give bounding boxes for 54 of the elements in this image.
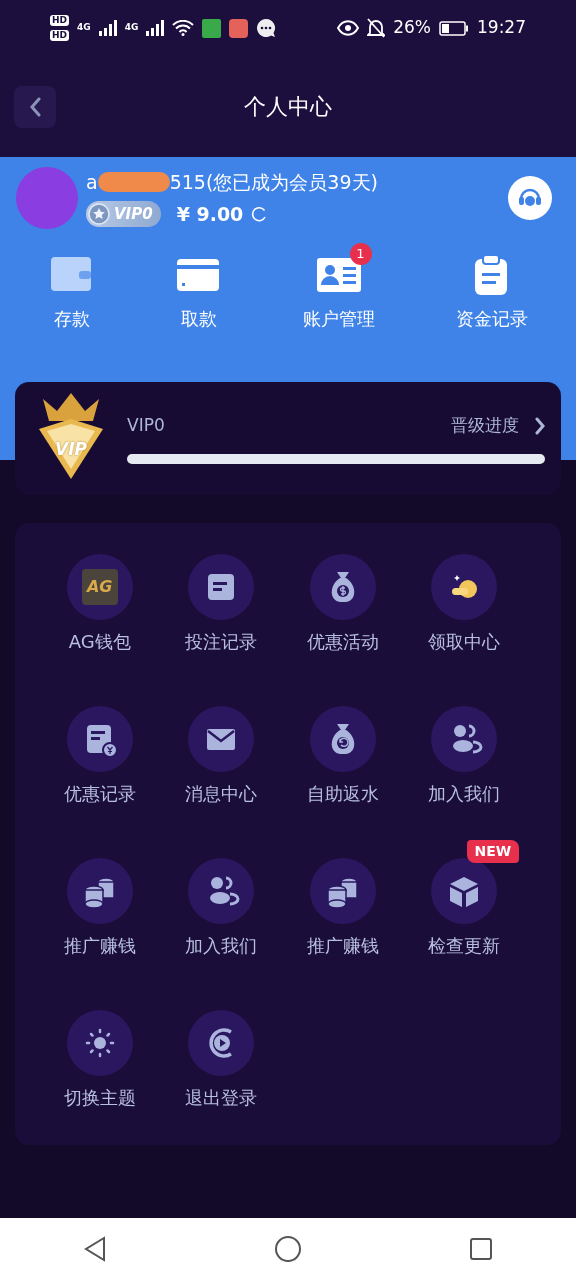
notification-badge: 1 xyxy=(349,243,372,265)
menu-item[interactable]: 切换主题 xyxy=(39,990,161,1142)
app-icon xyxy=(202,18,222,38)
quick-action[interactable]: 取款 xyxy=(175,241,222,332)
chevron-left-icon xyxy=(29,97,41,117)
vip-level: VIP0 xyxy=(127,413,165,437)
network-label: 4G xyxy=(77,21,91,35)
network-label: 4G xyxy=(124,21,139,35)
menu-item[interactable]: 加入我们 xyxy=(160,838,282,990)
chat-icon xyxy=(256,18,277,38)
membership-text: 515(您已成为会员39天) xyxy=(169,169,378,195)
square-recents-icon xyxy=(468,1237,493,1261)
menu-item[interactable]: 加入我们 xyxy=(403,686,525,838)
battery-icon xyxy=(439,20,469,36)
app-icon xyxy=(229,18,249,38)
bell-muted-icon xyxy=(367,18,386,38)
signal-icon xyxy=(98,20,117,36)
menu-item[interactable]: 领取中心 xyxy=(403,534,525,686)
balance: ¥ 9.00 xyxy=(176,202,244,227)
menu-item[interactable]: 消息中心 xyxy=(160,686,282,838)
menu-item[interactable]: NEW 检查更新 xyxy=(403,838,525,990)
new-badge: NEW xyxy=(466,840,520,863)
clock-time: 19:27 xyxy=(477,16,526,40)
quick-action[interactable]: 存款 xyxy=(48,241,95,332)
username: a xyxy=(86,169,98,195)
sim-label: HD xyxy=(50,15,69,26)
customer-service-button[interactable] xyxy=(508,176,552,220)
eye-icon xyxy=(337,20,360,36)
signal-icon xyxy=(146,20,165,36)
page-title: 个人中心 xyxy=(244,93,332,121)
quick-action[interactable]: 1 账户管理 xyxy=(302,241,375,332)
sim-label: HD xyxy=(50,30,69,41)
menu-item[interactable]: 推广赚钱 xyxy=(282,838,404,990)
ag-logo: AG xyxy=(81,569,118,605)
circle-home-icon xyxy=(274,1235,302,1263)
menu-item[interactable]: 推广赚钱 xyxy=(39,838,161,990)
menu-item[interactable]: 优惠记录 xyxy=(39,686,161,838)
wifi-icon xyxy=(172,20,195,36)
recents-nav-button[interactable] xyxy=(468,1237,493,1261)
menu-item[interactable]: AG AG钱包 xyxy=(39,534,161,686)
menu-item[interactable]: 退出登录 xyxy=(160,990,282,1142)
triangle-back-icon xyxy=(83,1236,108,1262)
menu-item[interactable]: 投注记录 xyxy=(160,534,282,686)
chevron-right-icon xyxy=(535,416,545,435)
back-nav-button[interactable] xyxy=(83,1236,108,1262)
vip-badge: VIP0 xyxy=(86,201,161,228)
back-button[interactable] xyxy=(14,86,56,128)
home-nav-button[interactable] xyxy=(274,1235,302,1263)
menu-item[interactable]: 优惠活动 xyxy=(282,534,404,686)
battery-percent: 26% xyxy=(393,16,431,40)
menu-item[interactable]: 自助返水 xyxy=(282,686,404,838)
quick-action[interactable]: 资金记录 xyxy=(455,241,528,332)
refresh-icon[interactable] xyxy=(251,206,268,223)
upgrade-progress-link[interactable]: 晋级进度 xyxy=(451,412,545,439)
